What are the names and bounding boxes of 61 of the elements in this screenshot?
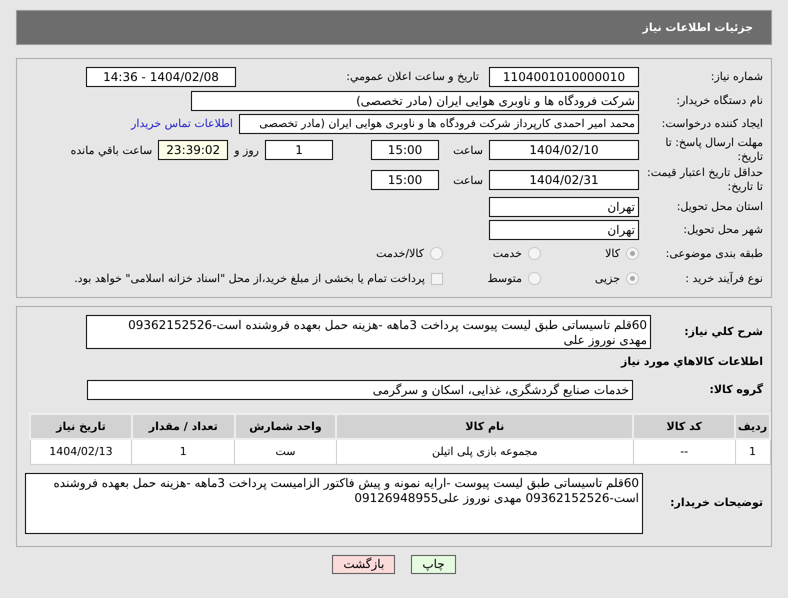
field-label: نوع فرآیند خرید : [684, 272, 764, 286]
field-label: شماره نیاز: [710, 70, 764, 84]
page-header: جزئیات اطلاعات نیاز [16, 10, 772, 45]
radio-button[interactable] [626, 272, 639, 285]
time-field: 15:00 [371, 140, 439, 160]
announce-date-field: 1404/02/08 - 14:36 [86, 67, 236, 87]
contact-link[interactable]: اطلاعات تماس خریدار [131, 117, 233, 130]
column-header: تاریخ نیاز [30, 414, 132, 439]
time-field: 15:00 [371, 170, 439, 190]
date-field: 1404/02/31 [489, 170, 639, 190]
radio-label: متوسط [487, 272, 522, 285]
days-field: 1 [265, 140, 333, 160]
field-label: طبقه بندی موضوعی: [664, 246, 764, 260]
treasury-checkbox[interactable] [431, 272, 443, 284]
column-header: تعداد / مقدار [132, 414, 235, 439]
radio-button[interactable] [626, 247, 639, 260]
table-cell: مجموعه بازی پلی اتیلن [336, 439, 634, 464]
table-cell: 1404/02/13 [30, 439, 132, 464]
table-cell: ست [234, 439, 336, 464]
radio-button[interactable] [528, 247, 541, 260]
field-label: حداقل تاریخ اعتبار قیمت: تا تاریخ: [646, 166, 764, 194]
table-cell: 1 [132, 439, 235, 464]
remaining-field: 23:39:02 [158, 140, 228, 160]
treasury-note: پرداخت تمام یا بخشی از مبلغ خرید،از محل "اسناد خزانه اسلامی" خواهد بود. [74, 272, 425, 285]
days-label: روز و [234, 144, 259, 156]
creator-field: محمد امیر احمدی کارپرداز شرکت فرودگاه ها و ناوبری هوایی ایران (مادر تخصصی [239, 114, 639, 134]
field-label: گروه کالا: [708, 383, 764, 397]
radio-label: کالا [605, 247, 620, 260]
field-label: استان محل تحویل: [676, 200, 764, 214]
column-header: کد کالا [633, 414, 736, 439]
goods-group-field: خدمات صنایع گردشگری، غذایی، اسکان و سرگرمی [87, 380, 633, 400]
buyer-notes-box: 60قلم تاسیساتی طبق لیست پیوست -ارایه نمونه و پیش فاکتور الزامیست پرداخت 3ماهه -هزینه حمل بعهده فروشنده است-09362152526 مهدی نوروز علی09126948955 [25, 472, 643, 534]
radio-label: کالا/خدمت [376, 247, 424, 260]
section-heading: اطلاعات کالاهاي مورد نیاز [620, 355, 764, 369]
print-button[interactable]: چاپ [411, 554, 456, 574]
time-label: ساعت [452, 174, 483, 186]
back-button[interactable]: بازگشت [332, 554, 396, 574]
column-header: ردیف [735, 414, 770, 439]
field-label: شهر محل تحویل: [682, 222, 764, 236]
table-cell: 1 [735, 439, 770, 464]
field-label: توضیحات خریدار: [669, 496, 764, 510]
column-header: نام کالا [336, 414, 634, 439]
radio-button[interactable] [430, 247, 443, 260]
remaining-label: ساعت باقي مانده [70, 144, 152, 156]
time-label: ساعت [452, 144, 483, 156]
description-box: 60قلم تاسیساتی طبق لیست پیوست پرداخت 3ماهه -هزینه حمل بعهده فروشنده است-09362152526 مهدی نوروز علی [86, 315, 651, 349]
field-label: ایجاد کننده درخواست: [660, 116, 764, 130]
field-label: نام دستگاه خریدار: [675, 94, 764, 108]
table-cell: -- [633, 439, 736, 464]
field-label: شرح کلي نیاز: [683, 325, 764, 339]
need-number-field: 1104001010000010 [489, 67, 639, 87]
radio-label: جزیی [594, 272, 620, 285]
province-field: تهران [489, 196, 639, 216]
radio-button[interactable] [528, 272, 541, 285]
column-header: واحد شمارش [234, 414, 336, 439]
radio-label: خدمت [492, 247, 522, 260]
buyer-field: شرکت فرودگاه ها و ناوبری هوایی ایران (مادر تخصصی) [191, 90, 639, 110]
field-label: تاریخ و ساعت اعلان عمومي: [345, 70, 480, 84]
field-label: مهلت ارسال پاسخ: تا تاریخ: [664, 136, 764, 164]
date-field: 1404/02/10 [489, 140, 639, 160]
city-field: تهران [489, 220, 639, 240]
